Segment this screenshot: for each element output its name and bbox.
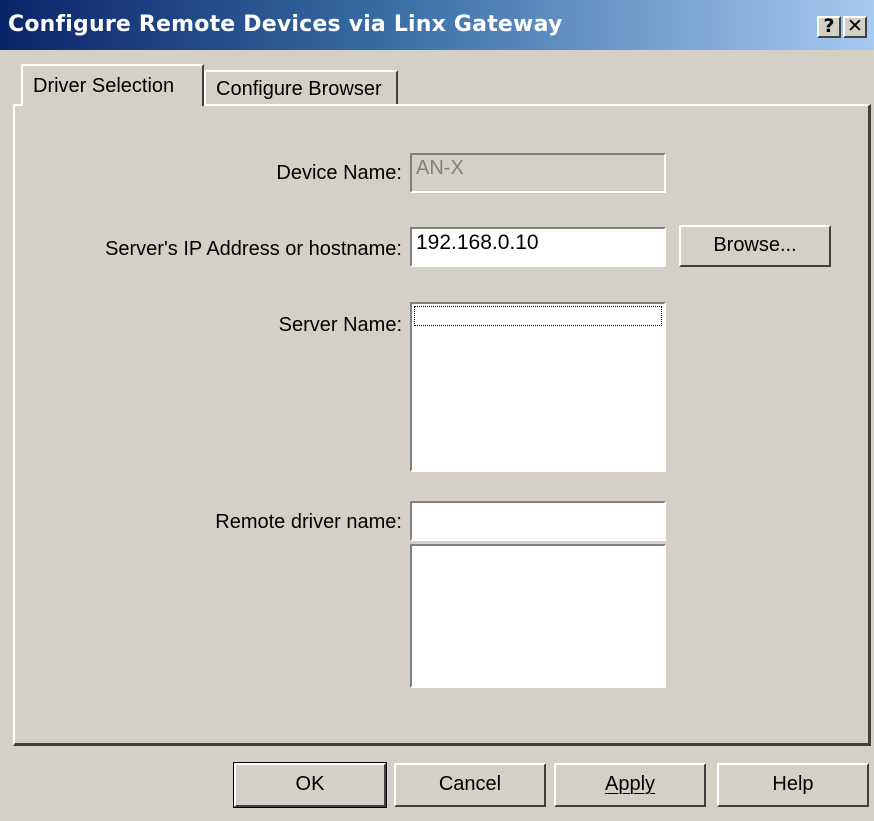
server-name-list[interactable] bbox=[410, 302, 666, 472]
device-name-label: Device Name: bbox=[276, 162, 402, 184]
device-name-field: AN-X bbox=[410, 153, 666, 193]
browse-button[interactable]: Browse... bbox=[679, 225, 831, 267]
list-focus-rect bbox=[414, 306, 662, 326]
ip-address-label: Server's IP Address or hostname: bbox=[105, 238, 402, 260]
server-name-label: Server Name: bbox=[278, 314, 402, 336]
remote-driver-label: Remote driver name: bbox=[215, 511, 402, 533]
remote-driver-list[interactable] bbox=[410, 544, 666, 688]
ip-address-input[interactable]: 192.168.0.10 bbox=[410, 227, 666, 267]
remote-driver-input[interactable] bbox=[410, 501, 666, 541]
